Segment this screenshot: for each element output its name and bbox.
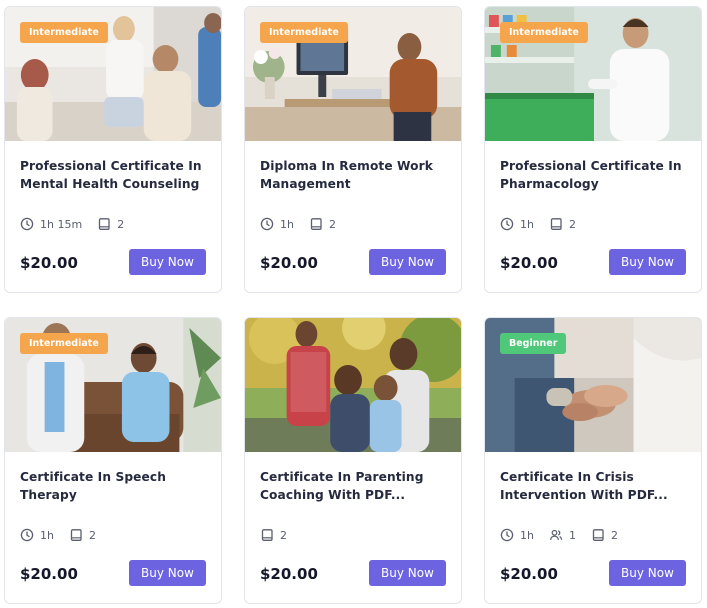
lessons-count: 2	[117, 217, 125, 231]
level-badge: Intermediate	[20, 22, 108, 43]
course-image[interactable]: Beginner	[485, 318, 701, 452]
users-icon	[549, 529, 563, 541]
course-image[interactable]	[245, 318, 461, 452]
course-card[interactable]: Beginner Certificate In Crisis Intervent…	[484, 317, 702, 604]
course-meta: 1h 15m 2	[20, 216, 139, 232]
book-icon	[550, 218, 562, 230]
book-icon	[70, 529, 82, 541]
duration-text: 1h 15m	[40, 217, 83, 231]
book-icon	[99, 218, 110, 230]
lessons: 2	[591, 528, 618, 542]
course-title[interactable]: Certificate In Parenting Coaching With P…	[260, 468, 447, 504]
course-meta: 2	[260, 527, 302, 543]
course-card[interactable]: Intermediate Professional Certificate In…	[484, 6, 702, 293]
clock-icon	[20, 217, 34, 231]
course-price: $20.00	[20, 254, 78, 272]
course-price: $20.00	[500, 254, 558, 272]
buy-now-button[interactable]: Buy Now	[129, 560, 206, 586]
lessons-count: 2	[328, 217, 336, 231]
course-title[interactable]: Certificate In Crisis Intervention With …	[500, 468, 687, 504]
course-image[interactable]: Intermediate	[5, 318, 221, 452]
duration-text: 1h	[280, 217, 294, 231]
clock-icon	[260, 217, 274, 231]
clock-icon	[500, 528, 514, 542]
course-price: $20.00	[260, 254, 318, 272]
book-icon	[310, 218, 322, 230]
course-meta: 1h 2	[260, 216, 351, 232]
course-card[interactable]: Intermediate Certificate In Speech Thera…	[4, 317, 222, 604]
book-icon	[261, 529, 273, 541]
course-meta: 1h 2	[20, 527, 111, 543]
students: 1	[549, 528, 576, 542]
lessons: 2	[69, 528, 96, 542]
clock-icon	[20, 528, 34, 542]
duration: 1h	[260, 217, 294, 231]
buy-now-button[interactable]: Buy Now	[129, 249, 206, 275]
buy-now-button[interactable]: Buy Now	[369, 249, 446, 275]
book-icon	[592, 529, 604, 541]
course-image[interactable]: Intermediate	[5, 7, 221, 141]
duration-text: 1h	[40, 528, 54, 542]
lessons-count: 2	[610, 528, 618, 542]
course-title[interactable]: Certificate In Speech Therapy	[20, 468, 207, 504]
course-title[interactable]: Professional Certificate In Pharmacology	[500, 157, 687, 193]
lessons: 2	[260, 528, 287, 542]
course-price: $20.00	[20, 565, 78, 583]
buy-now-button[interactable]: Buy Now	[609, 249, 686, 275]
course-title[interactable]: Diploma In Remote Work Management	[260, 157, 447, 193]
course-price: $20.00	[500, 565, 558, 583]
duration-text: 1h	[520, 528, 534, 542]
buy-now-button[interactable]: Buy Now	[369, 560, 446, 586]
buy-now-button[interactable]: Buy Now	[609, 560, 686, 586]
level-badge: Intermediate	[20, 333, 108, 354]
duration: 1h	[500, 528, 534, 542]
course-price: $20.00	[260, 565, 318, 583]
level-badge: Intermediate	[260, 22, 348, 43]
course-meta: 1h 2	[500, 216, 591, 232]
lessons-count: 2	[280, 528, 287, 542]
duration: 1h 15m	[20, 217, 82, 231]
lessons: 2	[549, 217, 576, 231]
lessons: 2	[309, 217, 336, 231]
duration: 1h	[500, 217, 534, 231]
lessons-count: 2	[88, 528, 96, 542]
level-badge: Intermediate	[500, 22, 588, 43]
course-card[interactable]: Intermediate Professional Certificate In…	[4, 6, 222, 293]
course-card[interactable]: Intermediate Diploma In Remote Work Mana…	[244, 6, 462, 293]
students-count: 1	[568, 528, 576, 542]
clock-icon	[500, 217, 514, 231]
lessons-count: 2	[568, 217, 576, 231]
course-card[interactable]: Certificate In Parenting Coaching With P…	[244, 317, 462, 604]
level-badge: Beginner	[500, 333, 567, 354]
lessons: 2	[97, 217, 124, 231]
duration-text: 1h	[520, 217, 534, 231]
course-meta: 1h 1 2	[500, 527, 633, 543]
course-image[interactable]: Intermediate	[245, 7, 461, 141]
course-image[interactable]: Intermediate	[485, 7, 701, 141]
duration: 1h	[20, 528, 54, 542]
course-title[interactable]: Professional Certificate In Mental Healt…	[20, 157, 207, 193]
